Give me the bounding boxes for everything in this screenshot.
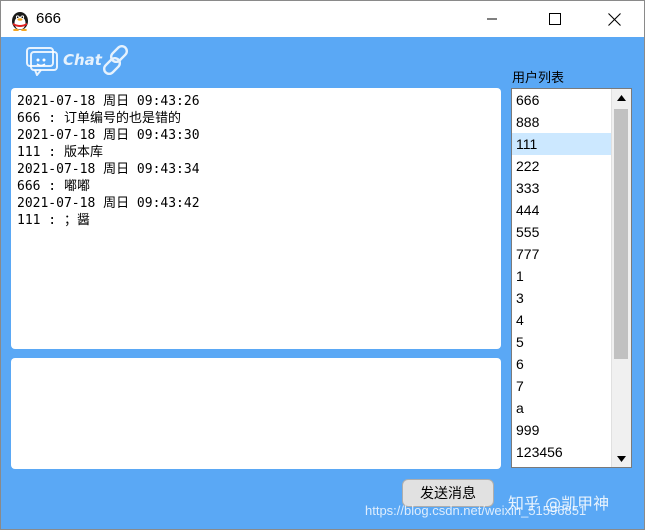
message-display[interactable]: 2021-07-18 周日 09:43:26 666 : 订单编号的也是错的 2… (11, 88, 501, 349)
user-list-item[interactable]: 3 (512, 287, 612, 309)
maximize-button[interactable] (532, 1, 578, 37)
message-input[interactable] (11, 358, 501, 469)
penguin-icon (12, 12, 28, 31)
chat-logo: Chat (25, 43, 137, 77)
scroll-thumb[interactable] (614, 109, 628, 359)
message-line: 2021-07-18 周日 09:43:42 (17, 196, 200, 211)
user-list-item[interactable]: 123456 (512, 441, 612, 463)
user-list-items: 666 888 111 222 333 444 555 777 1 3 4 5 … (512, 89, 612, 463)
user-list-item[interactable]: 6 (512, 353, 612, 375)
minimize-icon (487, 18, 497, 20)
minimize-button[interactable] (469, 1, 515, 37)
message-line: 2021-07-18 周日 09:43:30 (17, 128, 200, 143)
link-icon (102, 44, 129, 76)
user-list-item-selected[interactable]: 111 (512, 133, 612, 155)
user-list-item[interactable]: 333 (512, 177, 612, 199)
message-line: 2021-07-18 周日 09:43:26 (17, 94, 200, 109)
maximize-icon (549, 13, 561, 25)
scroll-up-icon (617, 94, 626, 101)
message-line: 2021-07-18 周日 09:43:34 (17, 162, 200, 177)
message-line: 666 : 订单编号的也是错的 (17, 111, 181, 126)
logo-text: Chat (63, 51, 102, 69)
user-list-item[interactable]: 222 (512, 155, 612, 177)
userlist-label: 用户列表 (512, 71, 565, 86)
close-icon (607, 12, 621, 26)
user-list-item[interactable]: 888 (512, 111, 612, 133)
title-bar[interactable]: 666 (1, 1, 644, 37)
user-list-item[interactable]: 555 (512, 221, 612, 243)
scroll-up-button[interactable] (612, 89, 631, 106)
user-list-item[interactable]: 7 (512, 375, 612, 397)
close-button[interactable] (591, 1, 637, 37)
user-list-item[interactable]: 4 (512, 309, 612, 331)
chat-window: 666 Chat 2021-07-18 周日 09:43:26 666: 订单… (0, 0, 645, 530)
user-list-item[interactable]: 777 (512, 243, 612, 265)
user-list-item[interactable]: 5 (512, 331, 612, 353)
user-list-item[interactable]: 1 (512, 265, 612, 287)
user-list-item[interactable]: 999 (512, 419, 612, 441)
message-line: 111 : 版本库 (17, 145, 103, 160)
user-list-scrollbar[interactable] (611, 89, 631, 467)
user-list-item[interactable]: 444 (512, 199, 612, 221)
user-list-item[interactable]: 666 (512, 89, 612, 111)
chat-bubble-icon (26, 47, 58, 76)
scroll-down-button[interactable] (612, 450, 631, 467)
scroll-down-icon (617, 455, 626, 462)
message-line: 666 : 嘟嘟 (17, 179, 90, 194)
user-list[interactable]: 666 888 111 222 333 444 555 777 1 3 4 5 … (511, 88, 632, 468)
window-title: 666 (36, 10, 62, 27)
message-line: 111 : ；醤 (17, 213, 90, 228)
url-watermark: https://blog.csdn.net/weixin_51596851 (365, 503, 587, 518)
user-list-item[interactable]: a (512, 397, 612, 419)
